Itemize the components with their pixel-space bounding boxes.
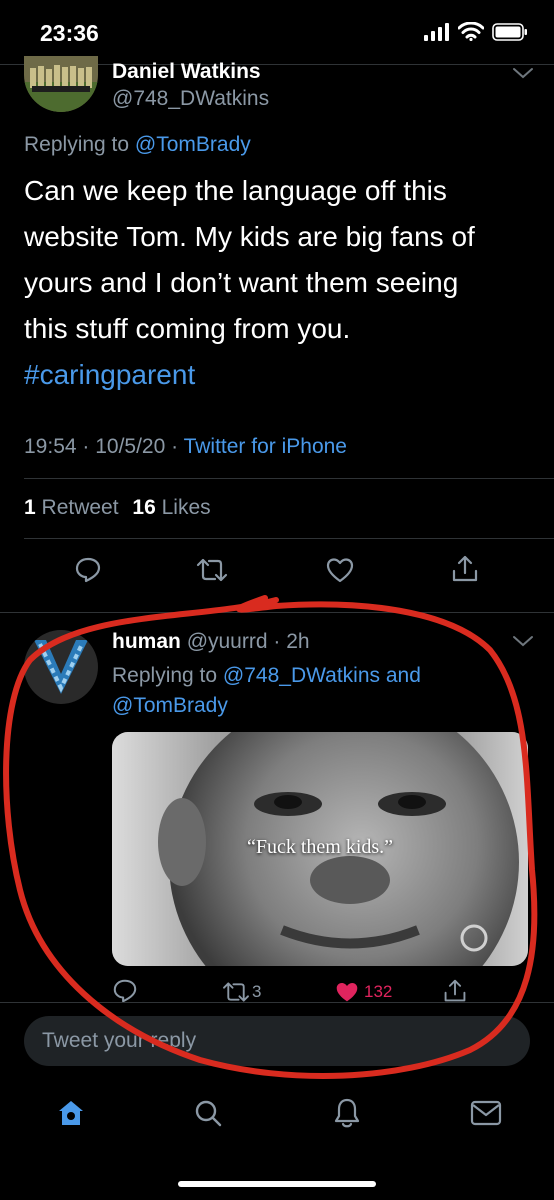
tweet-stats: 1 Retweet 16 Likes (24, 496, 211, 520)
tweet-source[interactable]: Twitter for iPhone (184, 435, 347, 458)
tweet-line: Can we keep the language off this (24, 175, 447, 206)
home-icon[interactable] (56, 1098, 86, 1128)
battery-icon (492, 22, 527, 41)
likes-count[interactable]: 16 (132, 496, 155, 519)
thread-divider (0, 612, 554, 613)
hashtag-link[interactable]: #caringparent (24, 352, 544, 398)
home-indicator[interactable] (178, 1181, 376, 1187)
reply-tweet-retweet-icon[interactable] (222, 980, 250, 1004)
status-time: 23:36 (40, 20, 99, 46)
like-icon[interactable] (325, 556, 355, 584)
reply-media[interactable]: “Fuck them kids.” (112, 732, 528, 966)
tweet-body: Can we keep the language off this websit… (24, 168, 544, 398)
mention-link[interactable]: @748_DWatkins and (223, 664, 421, 687)
reply-compose-field[interactable]: Tweet your reply (24, 1016, 530, 1066)
stats-divider (24, 538, 554, 539)
v-logo-image (24, 630, 98, 704)
share-icon[interactable] (451, 554, 479, 584)
replying-prefix: Replying to (24, 133, 130, 156)
reply-avatar[interactable] (24, 630, 98, 704)
reply-author-name[interactable]: human (112, 630, 181, 653)
reply-icon[interactable] (74, 556, 102, 584)
retweets-label[interactable]: Retweet (42, 496, 119, 519)
reply-author: human @yuurrd · 2h (112, 630, 310, 654)
image-caption: “Fuck them kids.” (246, 836, 394, 858)
author-handle[interactable]: @748_DWatkins (112, 87, 269, 111)
mail-icon[interactable] (470, 1100, 502, 1126)
reply-tweet-reply-icon[interactable] (112, 978, 138, 1004)
mention-link[interactable]: @TomBrady (112, 694, 228, 717)
status-bar: 23:36 (0, 0, 554, 64)
replying-to: Replying to @TomBrady (24, 133, 251, 157)
status-icons (424, 22, 528, 41)
compose-placeholder: Tweet your reply (42, 1029, 197, 1052)
like-count: 132 (364, 982, 393, 1001)
reply-chevron-down-icon[interactable] (512, 634, 534, 648)
retweets-count[interactable]: 1 (24, 496, 36, 519)
reply-tweet-like-icon[interactable] (334, 980, 360, 1004)
retweet-count: 3 (252, 982, 262, 1001)
meta-divider (24, 478, 554, 479)
author-name[interactable]: Daniel Watkins (112, 60, 261, 84)
tweet-timestamp: 19:54 · 10/5/20 · (24, 435, 179, 458)
wifi-icon (458, 22, 484, 41)
tweet-meta: 19:54 · 10/5/20 · Twitter for iPhone (24, 435, 347, 459)
tweet-line: this stuff coming from you. (24, 313, 351, 344)
tweet-line: website Tom. My kids are big fans of (24, 221, 475, 252)
chevron-down-icon[interactable] (512, 66, 534, 80)
retweet-icon[interactable] (196, 556, 228, 584)
team-photo-image (24, 56, 98, 112)
signal-icon (424, 22, 449, 41)
bell-icon[interactable] (332, 1097, 362, 1129)
reply-tweet-share-icon[interactable] (443, 978, 467, 1004)
reply-author-handle[interactable]: @yuurrd · 2h (187, 630, 310, 653)
search-icon[interactable] (193, 1098, 223, 1128)
author-avatar[interactable] (24, 56, 98, 112)
mention-link[interactable]: @TomBrady (135, 133, 251, 156)
tweet-line: yours and I don’t want them seeing (24, 267, 459, 298)
likes-label[interactable]: Likes (162, 496, 211, 519)
reply-replying-to: Replying to @748_DWatkins and @TomBrady (112, 661, 421, 721)
compose-divider (0, 1002, 554, 1003)
reply-replying-prefix: Replying to (112, 664, 218, 687)
